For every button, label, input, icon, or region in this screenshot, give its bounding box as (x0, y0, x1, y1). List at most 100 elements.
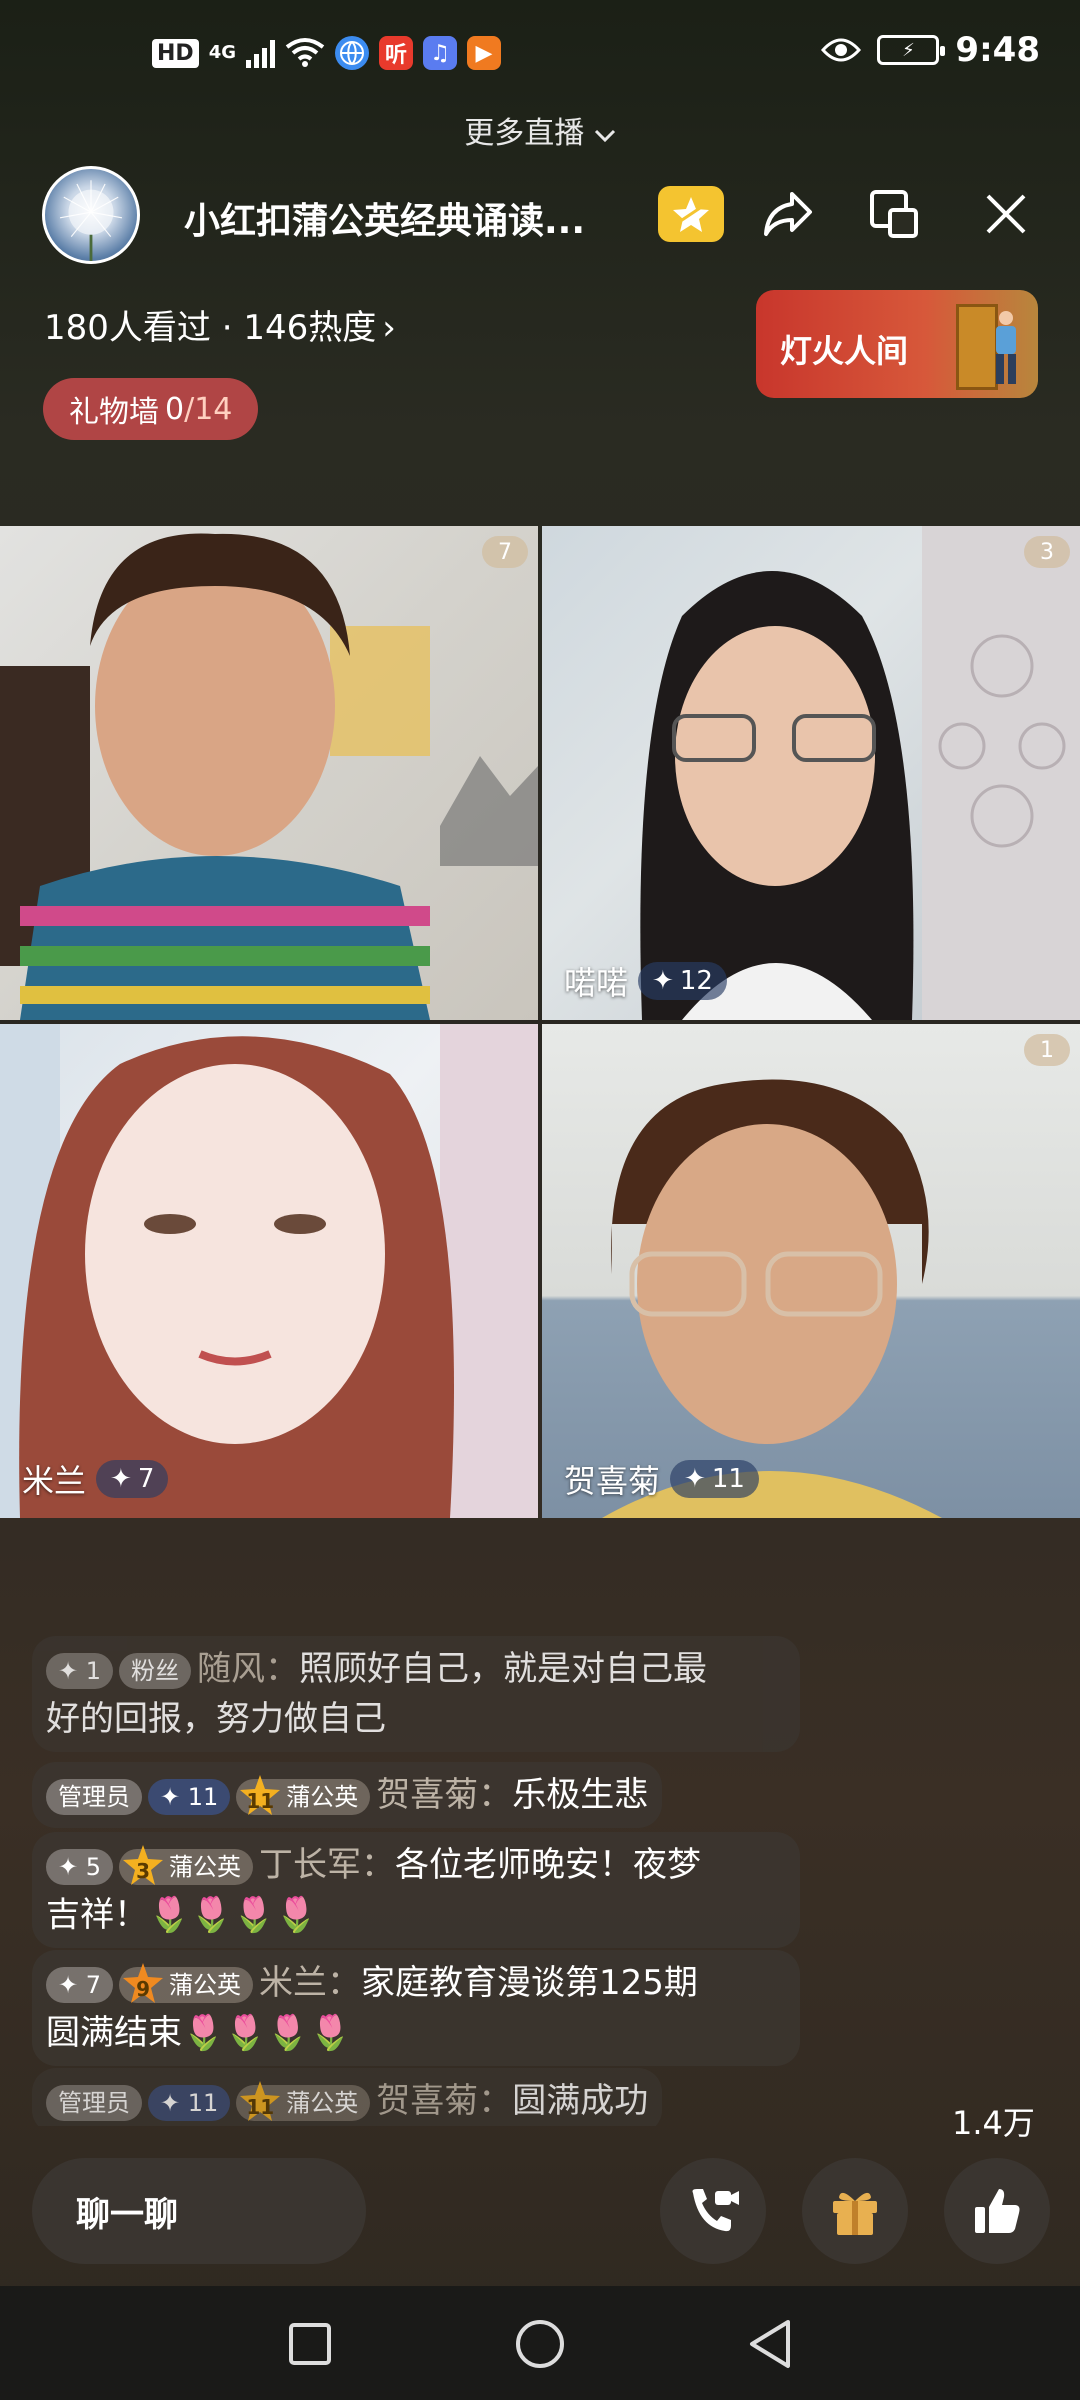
promo-banner[interactable]: 灯火人间 (756, 290, 1038, 398)
level-value: 12 (679, 966, 713, 996)
video-tile-3[interactable]: 米兰 ✦ 7 (0, 1024, 538, 1518)
fan-tag: 粉丝 (119, 1652, 192, 1689)
system-nav-bar (0, 2286, 1080, 2400)
host-avatar[interactable] (42, 166, 140, 264)
fan-group-tag: 3 蒲公英 (119, 1844, 254, 1885)
video-grid: 7 3 喏喏 ✦ 12 米兰 ✦ 7 1 贺喜菊 ✦ 11 (0, 526, 1080, 1522)
float-window-button[interactable] (862, 182, 926, 246)
video-tile-4[interactable]: 1 贺喜菊 ✦ 11 (542, 1024, 1080, 1518)
participant-label: 贺喜菊 ✦ 11 (564, 1456, 759, 1502)
level-tag: ✦ 11 (148, 1778, 231, 1815)
circle-icon (516, 2320, 564, 2368)
comment-list[interactable]: ✦ 1 粉丝 随风：照顾好自己，就是对自己最 好的回报，努力做自己 管理员 ✦ 11 11… (32, 1636, 812, 2126)
fan-group-name: 蒲公英 (169, 1852, 242, 1881)
level-badge: ✦ 7 (96, 1460, 169, 1498)
viewer-stats-label: 180人看过 · 146热度 (44, 308, 377, 348)
star-level: 9 (136, 1976, 150, 2001)
close-icon (986, 194, 1026, 234)
level-tag: ✦ 5 (46, 1848, 114, 1885)
music-app-icon: ♫ (423, 36, 457, 70)
level-value: 11 (187, 1782, 219, 1811)
person-illustration (996, 311, 1016, 384)
admin-tag: 管理员 (46, 2084, 142, 2121)
comment-user: 米兰： (259, 1963, 362, 2003)
comment-user: 贺喜菊： (376, 1775, 513, 1815)
sparkle-icon: ✦ (652, 966, 674, 996)
chat-input[interactable]: 聊一聊 (32, 2158, 366, 2264)
level-tag: ✦ 11 (148, 2084, 231, 2121)
comment-text-cont: 吉祥！🌷🌷🌷🌷 (46, 1895, 318, 1935)
battery-icon: ⚡ (877, 35, 946, 65)
level-value: 11 (711, 1464, 745, 1494)
comment-text-cont: 圆满结束🌷🌷🌷🌷 (46, 2013, 352, 2053)
comment-item: ✦ 1 粉丝 随风：照顾好自己，就是对自己最 好的回报，努力做自己 (32, 1636, 800, 1752)
comment-user: 贺喜菊： (376, 2081, 513, 2121)
star-level: 3 (136, 1858, 150, 1883)
sparkle-icon: ✦ (110, 1464, 132, 1494)
room-title[interactable]: 小红扣蒲公英经典诵读... (184, 192, 624, 244)
status-bar-right: ⚡ 9:48 (821, 30, 1040, 70)
gift-button[interactable] (802, 2158, 908, 2264)
comment-text: 圆满成功 (512, 2081, 649, 2121)
admin-tag: 管理员 (46, 1778, 142, 1815)
back-button[interactable] (742, 2316, 798, 2372)
clock: 9:48 (955, 30, 1040, 70)
rank-badge: 1 (1024, 1034, 1070, 1066)
comment-user: 随风： (197, 1649, 300, 1689)
level-tag: ✦ 7 (46, 1966, 114, 2003)
star-badge-icon: 11 (238, 1773, 282, 1817)
eye-icon (821, 38, 862, 62)
participant-label: 米兰 ✦ 7 (22, 1456, 169, 1502)
level-value: 11 (187, 2088, 219, 2117)
chevron-right-icon: › (382, 308, 396, 348)
browser-icon (335, 36, 369, 70)
hd-indicator: HD (152, 38, 199, 68)
video-app-icon: ▶ (467, 36, 501, 70)
gift-wall-button[interactable]: 礼物墙 0/14 (43, 378, 259, 440)
square-icon (289, 2323, 331, 2365)
level-value: 5 (85, 1852, 102, 1881)
participant-name: 米兰 (22, 1462, 87, 1500)
gift-wall-label: 礼物墙 (69, 395, 159, 430)
level-value: 7 (137, 1464, 155, 1494)
viewer-stats[interactable]: 180人看过 · 146热度 › (44, 300, 396, 349)
share-icon (764, 192, 812, 236)
video-frame (0, 1024, 538, 1518)
comment-item: 管理员 ✦ 11 11 蒲公英 贺喜菊：乐极生悲 (32, 1762, 663, 1828)
wifi-icon (285, 38, 325, 67)
home-button[interactable] (512, 2316, 568, 2372)
video-frame (0, 533, 538, 1020)
video-tile-1[interactable]: 7 (0, 526, 538, 1020)
more-live-label: 更多直播 (464, 116, 585, 151)
status-bar-left: HD 4G 听 ♫ ▶ (152, 36, 501, 70)
ting-app-icon: 听 (379, 36, 413, 70)
comment-user: 丁长军： (259, 1845, 396, 1885)
gift-icon (833, 2192, 877, 2235)
vip-badge-button[interactable] (658, 186, 724, 242)
video-frame (602, 1079, 942, 1518)
participant-name: 喏喏 (564, 964, 629, 1002)
fan-group-name: 蒲公英 (286, 2088, 359, 2117)
recents-button[interactable] (282, 2316, 338, 2372)
share-button[interactable] (756, 182, 820, 246)
video-tile-2[interactable]: 3 喏喏 ✦ 12 (542, 526, 1080, 1020)
rank-badge: 7 (482, 536, 528, 568)
close-button[interactable] (974, 182, 1038, 246)
fan-group-name: 蒲公英 (286, 1782, 359, 1811)
star-level: 11 (246, 2094, 275, 2119)
like-button[interactable] (944, 2158, 1050, 2264)
thumbs-up-icon (975, 2189, 1020, 2233)
participant-label: 喏喏 ✦ 12 (564, 958, 727, 1004)
chat-placeholder: 聊一聊 (76, 2194, 178, 2235)
comment-text: 乐极生悲 (512, 1775, 649, 1815)
video-call-button[interactable] (660, 2158, 766, 2264)
star-badge-icon: 11 (238, 2079, 282, 2123)
star-level: 11 (246, 1788, 275, 1813)
signal-icon (246, 38, 275, 68)
level-value: 1 (85, 1656, 102, 1685)
chevron-down-icon (594, 129, 615, 143)
status-bar: HD 4G 听 ♫ ▶ ⚡ 9:48 (0, 0, 1080, 118)
star-badge-icon (673, 197, 709, 232)
like-count: 1.4万 (952, 2104, 1035, 2142)
more-live-button[interactable]: 更多直播 (0, 108, 1080, 152)
